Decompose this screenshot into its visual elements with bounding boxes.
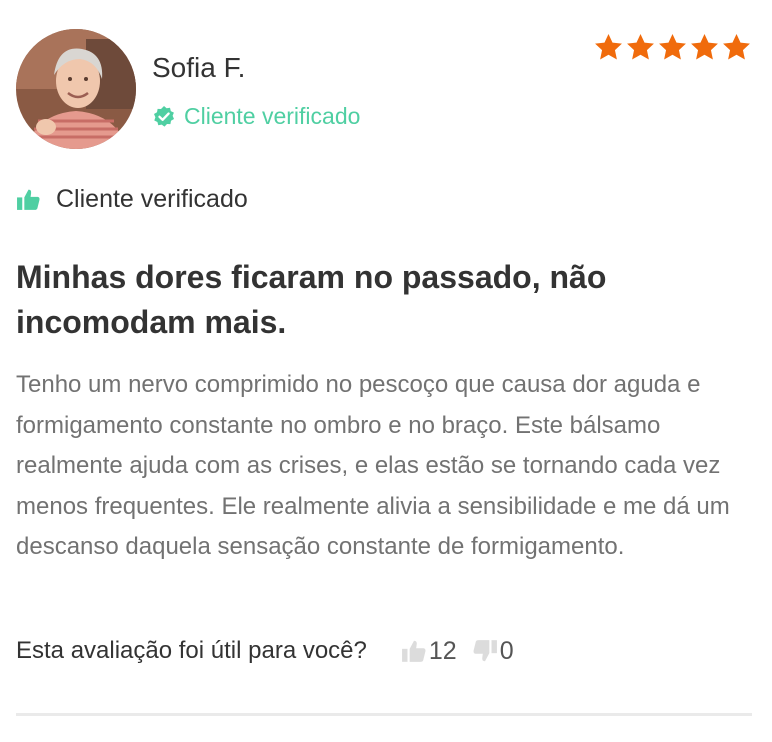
- review-body: Tenho um nervo comprimido no pescoço que…: [16, 371, 730, 560]
- recommend-row: Cliente verificado: [16, 185, 248, 214]
- reviewer-name: Sofia F.: [152, 52, 246, 83]
- thumbs-up-icon: [17, 189, 40, 210]
- thumbs-down-icon: [473, 640, 497, 662]
- review-title: Minhas dores ficaram no passado, não inc…: [16, 259, 607, 340]
- star-icon: [595, 33, 622, 60]
- star-rating: [592, 32, 752, 63]
- recommend-label: Cliente verificado: [56, 185, 248, 213]
- helpful-yes-count: 12: [428, 636, 457, 665]
- star-icon: [691, 33, 718, 60]
- helpful-question: Esta avaliação foi útil para você?: [16, 637, 367, 664]
- star-icon: [627, 33, 654, 60]
- helpful-row: Esta avaliação foi útil para você? 12 0: [16, 634, 529, 668]
- helpful-no-button[interactable]: 0: [472, 637, 514, 666]
- star-icon: [659, 33, 686, 60]
- star-icon: [723, 33, 750, 60]
- helpful-yes-button[interactable]: 12: [401, 637, 457, 666]
- divider: [16, 713, 752, 716]
- verified-badge-row: Cliente verificado: [152, 103, 360, 130]
- verified-check-icon: [154, 105, 174, 127]
- thumbs-up-icon: [401, 640, 426, 662]
- avatar: [16, 29, 136, 149]
- verified-label: Cliente verificado: [184, 103, 361, 129]
- helpful-no-count: 0: [499, 636, 514, 665]
